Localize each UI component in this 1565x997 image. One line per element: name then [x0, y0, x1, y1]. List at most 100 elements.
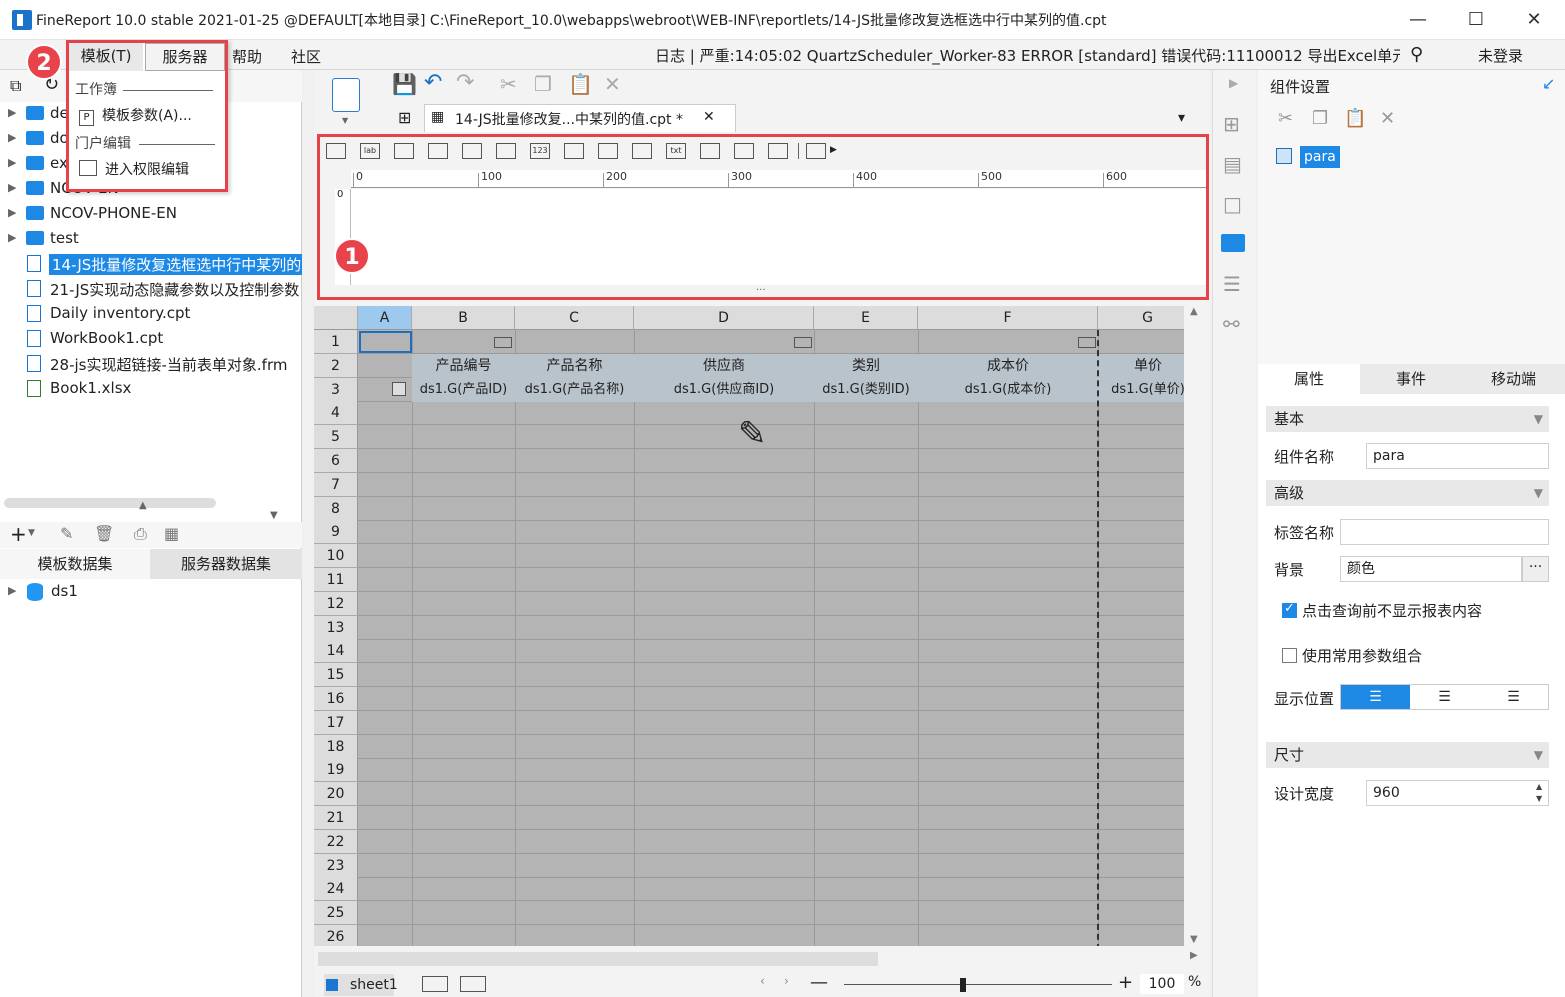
data-cell[interactable]: ds1.G(单价) [1098, 377, 1198, 402]
header-cell[interactable]: 供应商 [634, 353, 814, 378]
column-header[interactable]: A [358, 306, 412, 330]
delete-icon[interactable]: 🗑 [94, 524, 114, 543]
more-arrow-icon[interactable]: ▶ [830, 145, 837, 155]
tab-server-dataset[interactable]: 服务器数据集 [150, 549, 302, 579]
redo-icon[interactable]: ↷ [456, 70, 474, 95]
zoom-in-icon[interactable]: + [1118, 972, 1133, 993]
radio-group-widget-icon[interactable] [598, 143, 618, 159]
undo-icon[interactable]: ↶ [424, 70, 442, 95]
design-mode-icon[interactable] [332, 78, 360, 112]
tab-template-dataset[interactable]: 模板数据集 [0, 549, 150, 579]
data-cell[interactable]: ds1.G(成本价) [918, 377, 1098, 402]
close-window-button[interactable]: ✕ [1514, 6, 1554, 34]
row-header[interactable]: 6 [314, 449, 358, 473]
row-header[interactable]: 25 [314, 901, 358, 926]
parameter-canvas[interactable] [351, 189, 1206, 285]
paste-icon[interactable]: 📋 [1344, 108, 1366, 129]
cell-attribute-icon[interactable]: ▤ [1223, 152, 1242, 176]
expand-arrow-icon[interactable]: ▶ [8, 131, 16, 144]
tree-item[interactable]: ▶ test [0, 227, 302, 252]
minimize-button[interactable]: — [1398, 6, 1438, 34]
tab-menu-icon[interactable]: ▾ [1178, 110, 1185, 126]
row-header[interactable]: 1 [314, 330, 358, 354]
row-header[interactable]: 8 [314, 496, 358, 521]
row-header[interactable]: 24 [314, 877, 358, 902]
align-center-icon[interactable]: ☰ [1410, 685, 1479, 709]
widget-settings-icon[interactable] [1221, 234, 1245, 252]
row-header[interactable]: 10 [314, 544, 358, 569]
scroll-up-icon[interactable]: ▲ [1190, 306, 1198, 317]
menu-template[interactable]: 模板(T) [69, 43, 143, 71]
row-header[interactable]: 23 [314, 853, 358, 878]
vertical-scrollbar[interactable]: ▲ ▼ [1184, 306, 1210, 950]
delete-icon[interactable]: ✕ [604, 72, 621, 96]
conditional-format-icon[interactable]: ☰ [1223, 272, 1241, 296]
delete-icon[interactable]: ✕ [1380, 108, 1395, 129]
checkbox-common-params[interactable] [1282, 648, 1297, 663]
row-header[interactable]: 17 [314, 710, 358, 735]
cut-icon[interactable]: ✂ [500, 72, 517, 96]
add-dropdown-icon[interactable]: ▼ [28, 528, 35, 538]
row-header[interactable]: 18 [314, 734, 358, 759]
column-header[interactable]: G [1098, 306, 1198, 330]
next-sheet-icon[interactable]: › [784, 974, 789, 988]
header-cell[interactable]: 成本价 [918, 353, 1098, 378]
row-header[interactable]: 15 [314, 663, 358, 688]
selected-widget[interactable]: para [1300, 146, 1340, 168]
tree-item[interactable]: Book1.xlsx [0, 377, 302, 402]
row-header[interactable]: 22 [314, 829, 358, 854]
tab-current-template[interactable]: ▦ 14-JS批量修改复...中某列的值.cpt * ✕ [424, 104, 736, 132]
design-width-input[interactable]: 960 [1366, 780, 1549, 806]
tree-item[interactable]: 21-JS实现动态隐藏参数以及控制参数 [0, 277, 302, 302]
stepper-icon[interactable]: ▲ ▼ [1536, 781, 1542, 805]
zoom-slider-thumb[interactable] [960, 978, 966, 992]
row-header[interactable]: 2 [314, 353, 358, 378]
expand-arrow-icon[interactable]: ▶ [8, 156, 16, 169]
edit-icon[interactable]: ✎ [60, 524, 73, 543]
expand-arrow-icon[interactable]: ▶ [8, 206, 16, 219]
tree-item[interactable]: 14-JS批量修改复选框选中行中某列的 [0, 252, 302, 277]
column-header[interactable]: D [634, 306, 814, 330]
tree-item[interactable]: 28-js实现超链接-当前表单对象.frm [0, 352, 302, 377]
column-header[interactable]: C [515, 306, 634, 330]
row-header[interactable]: 9 [314, 520, 358, 545]
row-header[interactable]: 12 [314, 591, 358, 616]
maximize-button[interactable]: ☐ [1456, 6, 1496, 34]
combobox-widget-icon[interactable] [428, 143, 448, 159]
more-widgets-icon[interactable] [806, 143, 826, 159]
column-header[interactable]: B [412, 306, 515, 330]
zoom-out-icon[interactable]: — [810, 972, 828, 993]
header-cell[interactable]: 类别 [814, 353, 918, 378]
menu-community[interactable]: 社区 [291, 46, 321, 67]
hyperlink-icon[interactable]: ⚯ [1223, 312, 1240, 336]
tab-events[interactable]: 事件 [1360, 364, 1462, 394]
mode-dropdown-icon[interactable]: ▼ [342, 116, 348, 125]
add-dashboard-sheet-icon[interactable] [460, 976, 486, 992]
lab-widget-icon[interactable]: lab [360, 143, 380, 159]
number-widget-icon[interactable]: 123 [530, 143, 550, 159]
section-basic[interactable]: 基本 ▼ [1266, 406, 1549, 432]
tree-item[interactable]: ▶ NCOV-PHONE-EN [0, 202, 302, 227]
login-button[interactable]: 未登录 [1478, 45, 1523, 66]
checkbox-group-widget-icon[interactable] [632, 143, 652, 159]
expand-arrow-icon[interactable]: ▶ [8, 181, 16, 194]
section-size[interactable]: 尺寸 ▼ [1266, 742, 1549, 768]
save-icon[interactable]: 💾 [392, 72, 417, 96]
widget-name-input[interactable]: para [1366, 443, 1549, 469]
horizontal-scrollbar[interactable] [318, 952, 878, 966]
sheet-tab[interactable]: sheet1 [324, 974, 398, 996]
checkbox-widget-icon[interactable] [734, 143, 754, 159]
menu-item-permission-edit[interactable]: 进入权限编辑 [79, 159, 189, 179]
tree-item[interactable]: Daily inventory.cpt [0, 302, 302, 327]
add-report-sheet-icon[interactable] [422, 976, 448, 992]
expand-arrow-icon[interactable]: ▶ [8, 584, 16, 597]
tab-mobile[interactable]: 移动端 [1462, 364, 1565, 394]
align-right-icon[interactable]: ☰ [1479, 685, 1548, 709]
date-widget-icon[interactable] [462, 143, 482, 159]
menu-item-template-params[interactable]: P 模板参数(A)... [79, 105, 192, 126]
expand-arrow-icon[interactable]: ▲ [139, 500, 147, 511]
prev-sheet-icon[interactable]: ‹ [760, 974, 765, 988]
background-input[interactable]: 颜色 [1340, 556, 1522, 582]
resize-handle-icon[interactable]: ··· [756, 285, 766, 296]
collapse-arrow-icon[interactable]: ▼ [270, 510, 278, 521]
